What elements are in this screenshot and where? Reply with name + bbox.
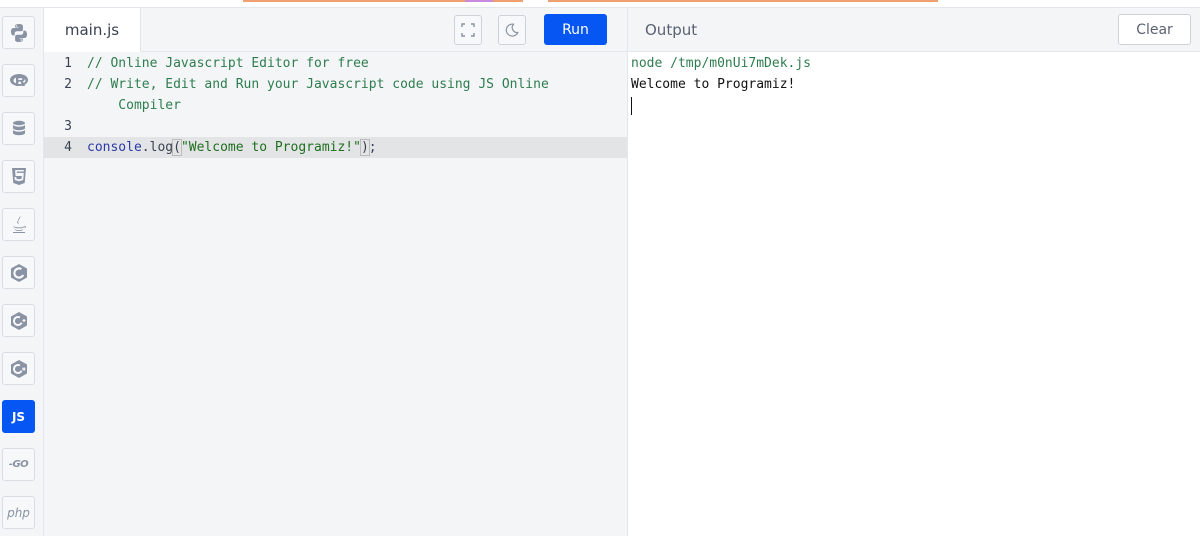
php-label: php (7, 505, 30, 520)
lang-java-button[interactable] (2, 208, 35, 241)
fullscreen-icon (461, 23, 475, 37)
lang-python-button[interactable] (2, 16, 35, 49)
dark-mode-button[interactable] (498, 15, 526, 45)
output-command: node /tmp/m0nUi7mDek.js (631, 56, 812, 71)
lang-c-button[interactable] (2, 256, 35, 289)
token-identifier: console (87, 140, 142, 155)
python-icon (10, 23, 27, 42)
code-line-wrap: Compiler (44, 95, 627, 116)
output-title: Output (645, 21, 698, 39)
top-strip (0, 0, 1200, 8)
output-header: Output Clear (628, 8, 1200, 52)
top-strip-segment (548, 0, 938, 2)
run-button[interactable]: Run (544, 14, 607, 45)
language-sidebar: JS -GO php (0, 8, 44, 536)
lang-js-button[interactable]: JS (2, 400, 35, 433)
file-tab-main-js[interactable]: main.js (44, 8, 141, 52)
cpp-icon (10, 311, 27, 330)
moon-icon (505, 23, 519, 37)
editor-header: main.js Run (44, 8, 627, 52)
text-cursor (631, 97, 632, 115)
lang-go-button[interactable]: -GO (2, 448, 35, 481)
java-icon (12, 215, 26, 233)
top-strip-segment (493, 0, 523, 2)
token-semicolon: ; (368, 140, 377, 155)
go-label: -GO (8, 459, 29, 470)
top-strip-segment (243, 0, 465, 2)
c-icon (10, 263, 27, 282)
js-label: JS (11, 409, 26, 424)
lang-csharp-button[interactable] (2, 352, 35, 385)
output-console[interactable]: node /tmp/m0nUi7mDek.js Welcome to Progr… (628, 52, 1200, 536)
code-text: // Write, Edit and Run your Javascript c… (87, 77, 549, 92)
code-text-wrapped: Compiler (87, 98, 181, 113)
lang-html-button[interactable] (2, 160, 35, 193)
r-icon (9, 73, 28, 86)
sql-icon (12, 120, 25, 135)
lang-cpp-button[interactable] (2, 304, 35, 337)
token-paren-close: ) (359, 139, 370, 156)
lang-r-button[interactable] (2, 64, 35, 97)
fullscreen-button[interactable] (454, 15, 482, 45)
top-strip-segment (465, 0, 493, 2)
line-number: 1 (64, 56, 72, 71)
line-number: 4 (64, 140, 72, 155)
output-result: Welcome to Programiz! (631, 77, 796, 92)
code-line: 1 // Online Javascript Editor for free (44, 53, 627, 74)
token-paren-open: ( (172, 139, 182, 156)
line-number: 2 (64, 77, 72, 92)
lang-php-button[interactable]: php (2, 496, 35, 529)
token-method: log (149, 140, 174, 155)
code-line: 2 // Write, Edit and Run your Javascript… (44, 74, 627, 95)
html5-icon (11, 167, 26, 185)
code-line-active: 4 console.log("Welcome to Programiz!"); (44, 137, 627, 158)
token-string: "Welcome to Programiz!" (180, 140, 361, 155)
clear-button[interactable]: Clear (1118, 14, 1191, 45)
lang-sql-button[interactable] (2, 112, 35, 145)
code-text: // Online Javascript Editor for free (87, 56, 369, 71)
csharp-icon (10, 359, 27, 378)
token-dot: . (141, 140, 150, 155)
code-editor[interactable]: 1 // Online Javascript Editor for free 2… (44, 52, 627, 536)
code-line: 3 (44, 116, 627, 137)
code-text: console.log("Welcome to Programiz!"); (87, 137, 377, 158)
line-number: 3 (64, 119, 72, 134)
